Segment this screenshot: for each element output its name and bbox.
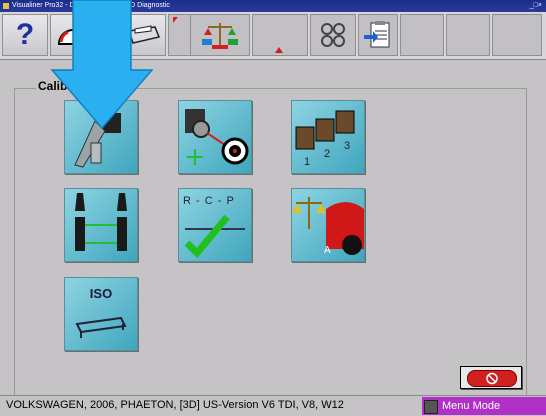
- pointer-arrow-icon: [50, 0, 154, 130]
